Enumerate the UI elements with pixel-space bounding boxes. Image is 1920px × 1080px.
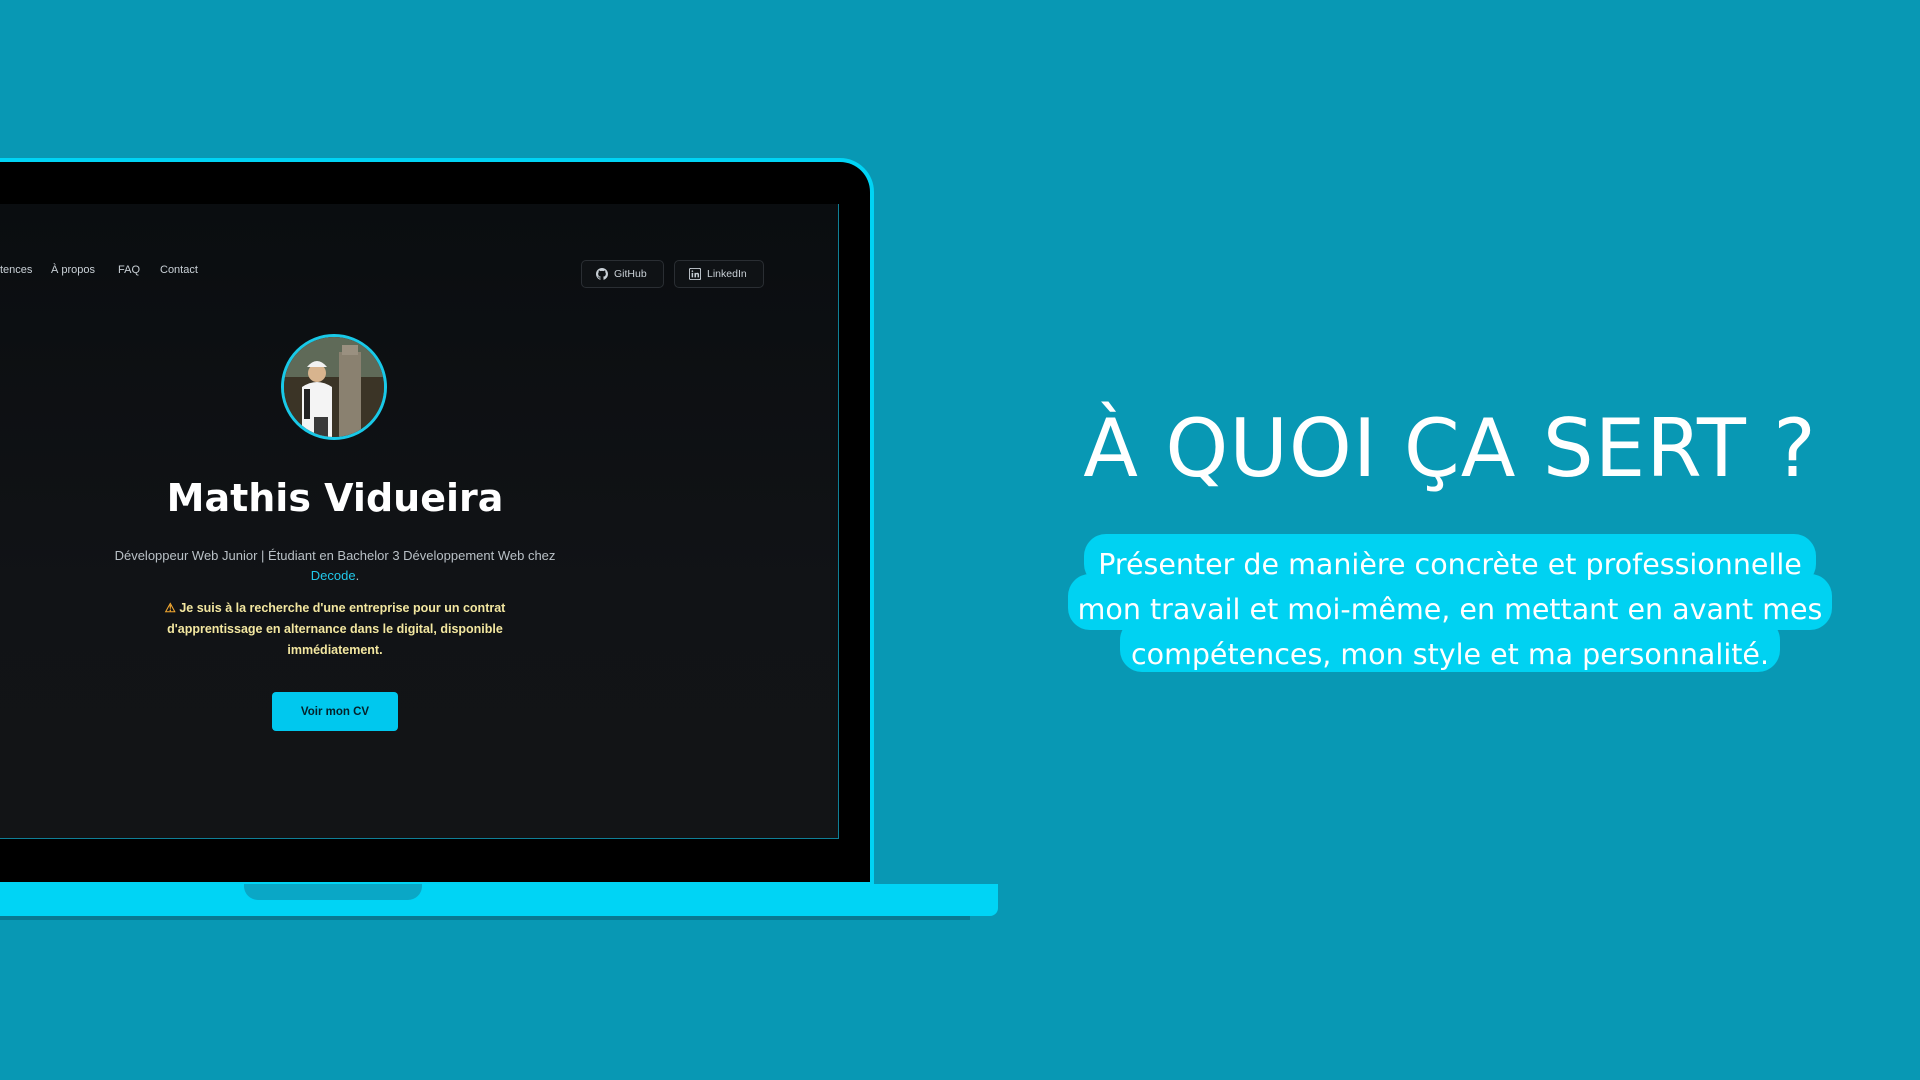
nav-item-apropos[interactable]: À propos [51, 264, 95, 276]
description-line-3: compétences, mon style et ma personnalit… [1130, 638, 1770, 671]
warning-icon: ⚠ [164, 601, 176, 615]
description-bubble: Présenter de manière concrète et profess… [1068, 534, 1832, 684]
github-label: GitHub [614, 268, 647, 280]
laptop-notch [244, 884, 422, 900]
profile-avatar [281, 334, 387, 440]
description-line-1: Présenter de manière concrète et profess… [1098, 548, 1802, 581]
nav-item-faq[interactable]: FAQ [118, 264, 140, 276]
github-icon [596, 268, 608, 280]
subtitle-suffix: . [355, 568, 360, 583]
nav-item-contact[interactable]: Contact [160, 264, 198, 276]
nav-item-competences[interactable]: tences [0, 264, 32, 276]
laptop-screen: tences À propos FAQ Contact GitHub Linke… [0, 204, 839, 839]
availability-notice: ⚠ Je suis à la recherche d'une entrepris… [150, 598, 520, 661]
decode-link[interactable]: Decode [311, 568, 356, 583]
profile-name: Mathis Vidueira [166, 476, 504, 520]
view-cv-button[interactable]: Voir mon CV [272, 692, 398, 731]
linkedin-button[interactable]: LinkedIn [674, 260, 764, 288]
laptop-base [0, 884, 998, 916]
page-title: À QUOI ÇA SERT ? [1083, 402, 1817, 495]
profile-photo [284, 337, 384, 437]
description-line-2: mon travail et moi-même, en mettant en a… [1077, 593, 1823, 626]
linkedin-label: LinkedIn [707, 268, 747, 280]
github-button[interactable]: GitHub [581, 260, 664, 288]
subtitle-text: Développeur Web Junior | Étudiant en Bac… [114, 548, 556, 563]
notice-text: Je suis à la recherche d'une entreprise … [167, 601, 506, 657]
profile-subtitle: Développeur Web Junior | Étudiant en Bac… [100, 546, 570, 586]
linkedin-icon [689, 268, 701, 280]
description-text: Présenter de manière concrète et profess… [1068, 542, 1832, 677]
